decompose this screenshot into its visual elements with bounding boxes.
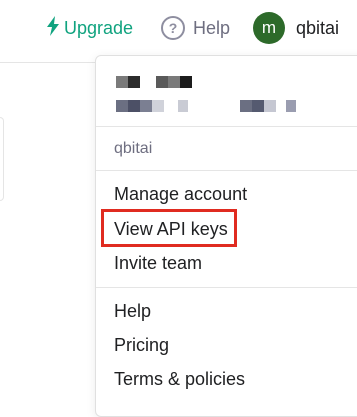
help-button[interactable]: ? Help bbox=[161, 16, 230, 40]
account-dropdown-menu: qbitai Manage account View API keys Invi… bbox=[95, 55, 357, 417]
pricing-item[interactable]: Pricing bbox=[114, 335, 169, 356]
background-panel-edge bbox=[0, 117, 4, 201]
help-label: Help bbox=[193, 17, 231, 38]
username: qbitai bbox=[296, 17, 340, 38]
lightning-bolt-icon bbox=[46, 15, 60, 41]
upgrade-label: Upgrade bbox=[64, 17, 134, 38]
redacted-account-name bbox=[116, 76, 192, 88]
view-api-keys-item[interactable]: View API keys bbox=[114, 219, 228, 240]
manage-account-item[interactable]: Manage account bbox=[114, 184, 247, 205]
avatar: m bbox=[253, 12, 285, 44]
terms-policies-item[interactable]: Terms & policies bbox=[114, 369, 245, 390]
question-mark-icon: ? bbox=[161, 16, 185, 40]
menu-divider bbox=[96, 170, 357, 171]
menu-divider bbox=[96, 126, 357, 127]
menu-divider bbox=[96, 287, 357, 288]
invite-team-item[interactable]: Invite team bbox=[114, 253, 202, 274]
organization-name: qbitai bbox=[114, 140, 153, 157]
redacted-account-email bbox=[116, 100, 296, 112]
help-item[interactable]: Help bbox=[114, 301, 151, 322]
upgrade-button[interactable]: Upgrade bbox=[46, 15, 134, 41]
top-bar: Upgrade ? Help m qbitai bbox=[0, 0, 357, 63]
user-menu-button[interactable]: m qbitai bbox=[253, 12, 339, 44]
